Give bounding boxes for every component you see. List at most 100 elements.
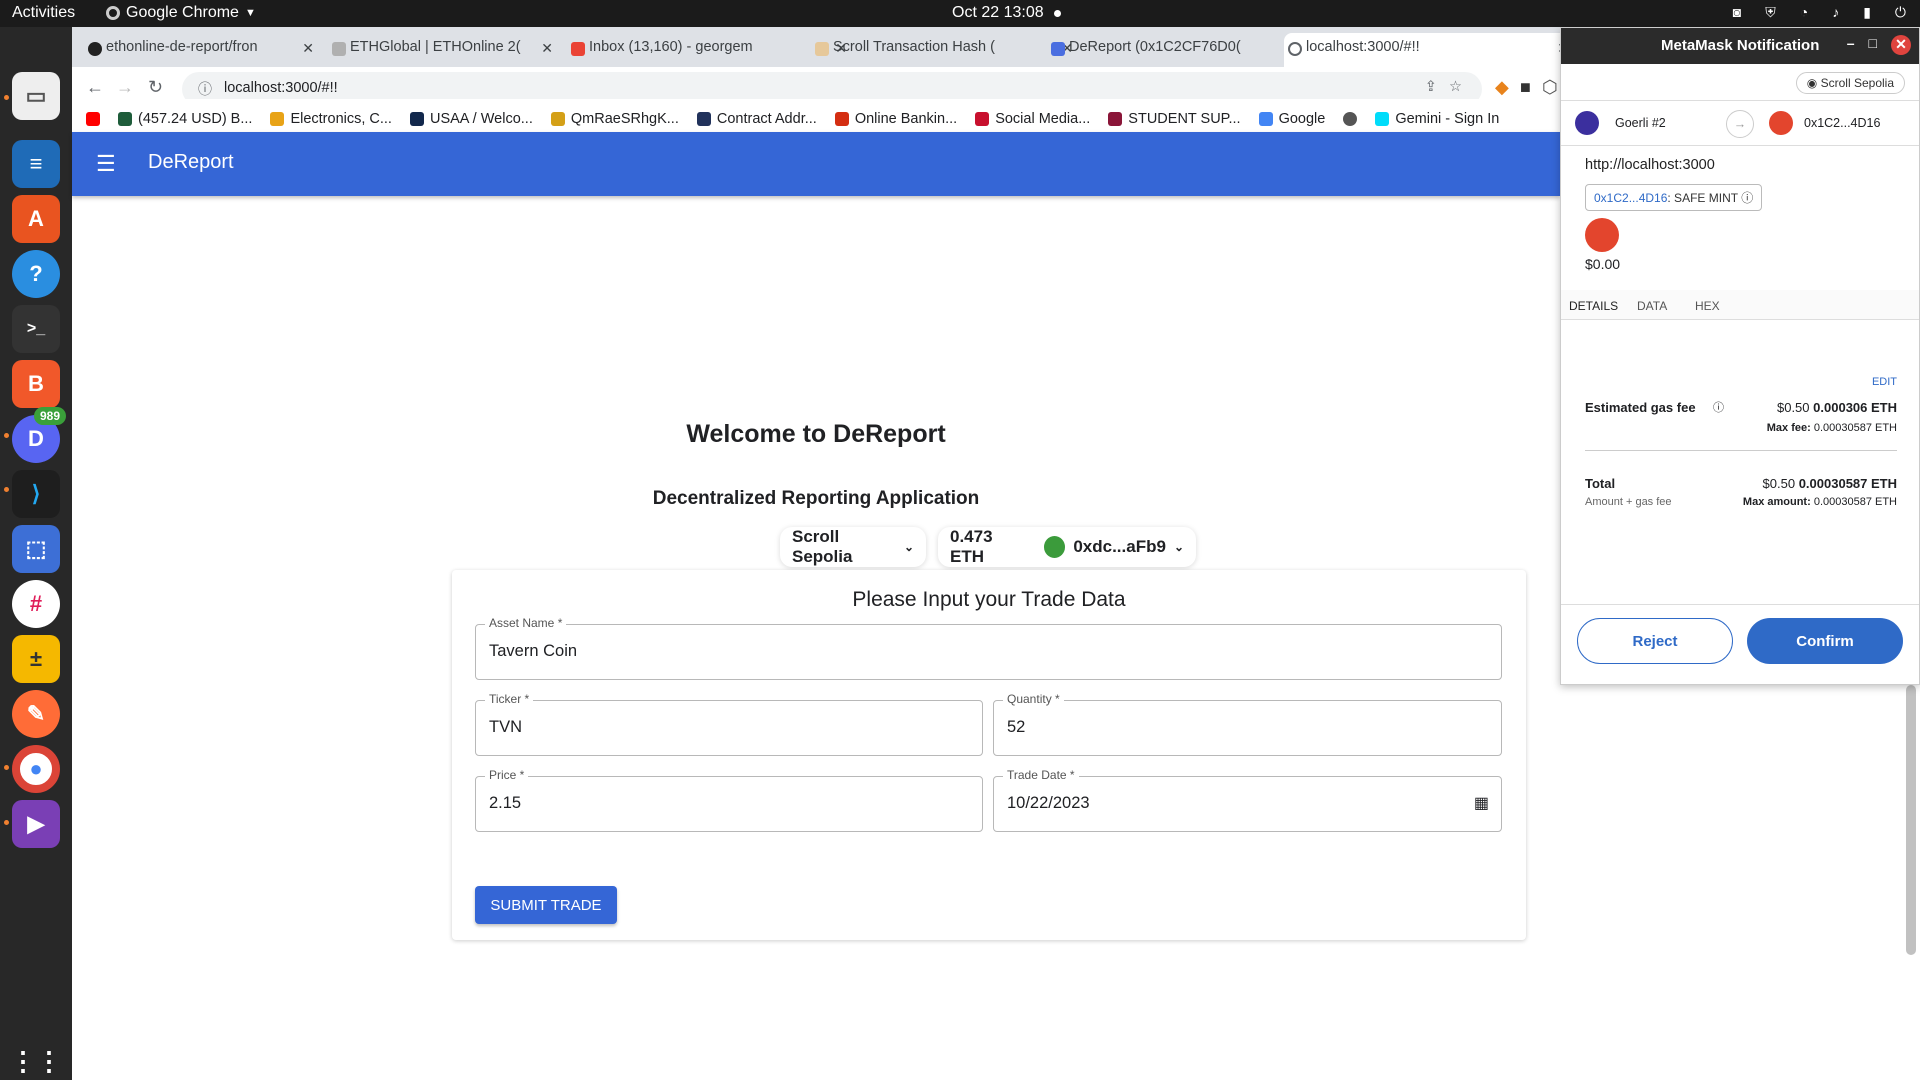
field-value: 10/22/2023 <box>1007 794 1090 812</box>
maximize-icon[interactable]: □ <box>1869 35 1877 55</box>
bookmark-item[interactable]: (457.24 USD) B... <box>118 105 252 132</box>
bookmark-item[interactable]: STUDENT SUP... <box>1108 105 1241 132</box>
power-menu-icon[interactable]: ⏻ <box>1895 4 1906 21</box>
bookmark-label: STUDENT SUP... <box>1128 110 1241 127</box>
notification-dot <box>1054 10 1061 17</box>
browser-tab[interactable]: Scroll Transaction Hash (✕ <box>811 33 1083 67</box>
screenshot-app-icon[interactable]: ⬚ <box>12 525 60 573</box>
info-icon[interactable]: ⓘ <box>1713 399 1724 415</box>
system-tray[interactable]: ◙ ⛨ ◔ ♪ ▮ ⏻ <box>1733 4 1906 21</box>
ticker-field[interactable]: Ticker * TVN <box>475 692 983 756</box>
back-icon[interactable]: ← <box>86 77 104 98</box>
tab-details[interactable]: DETAILS <box>1569 299 1619 322</box>
video-app-icon[interactable]: ▶ <box>12 800 60 848</box>
field-label: Price * <box>485 768 529 782</box>
minimize-icon[interactable]: – <box>1847 35 1855 55</box>
running-indicator <box>4 487 9 492</box>
files-app-icon[interactable]: ▭ <box>12 72 60 120</box>
reject-button[interactable]: Reject <box>1577 618 1733 664</box>
bookmark-item[interactable]: Contract Addr... <box>696 105 817 132</box>
bookmark-item[interactable]: Social Media... <box>975 105 1090 132</box>
gemini-icon <box>1375 111 1390 126</box>
reload-icon[interactable]: ↻ <box>148 77 163 98</box>
activities-button[interactable]: Activities <box>12 4 75 22</box>
tab-hex[interactable]: HEX <box>1695 299 1720 313</box>
running-indicator <box>4 433 9 438</box>
bookmark-item[interactable] <box>1343 105 1358 132</box>
close-tab-icon[interactable]: ✕ <box>541 40 553 57</box>
bookmark-item[interactable]: USAA / Welco... <box>409 105 533 132</box>
asset-name-field[interactable]: Asset Name * Tavern Coin <box>475 616 1502 680</box>
chevron-down-icon: ⌄ <box>1173 540 1184 554</box>
edit-link[interactable]: EDIT <box>1872 376 1897 388</box>
extension-icon[interactable]: ■ <box>1520 77 1531 98</box>
volume-icon[interactable]: ♪ <box>1832 4 1839 21</box>
bookmark-item[interactable]: Google <box>1258 105 1325 132</box>
shield-tray-icon[interactable]: ⛨ <box>1765 4 1776 21</box>
bookmark-label: Electronics, C... <box>290 110 392 127</box>
youtube-bookmark[interactable] <box>86 105 100 132</box>
battery-icon[interactable]: ▮ <box>1863 4 1871 21</box>
metamask-extension-icon[interactable]: ◆ <box>1495 77 1509 98</box>
submit-trade-button[interactable]: SUBMIT TRADE <box>475 886 617 924</box>
metamask-titlebar: MetaMask Notification – □ ✕ <box>1561 28 1919 64</box>
share-star-icons[interactable]: ⇪ ☆ <box>1425 79 1462 95</box>
help-app-icon[interactable]: ? <box>12 250 60 298</box>
close-icon[interactable]: ✕ <box>1891 35 1911 55</box>
vscode-app-icon[interactable]: ⟩ <box>12 470 60 518</box>
hamburger-menu-icon[interactable]: ☰ <box>96 151 116 177</box>
slack-app-icon[interactable]: # <box>12 580 60 628</box>
field-value: 2.15 <box>489 794 522 812</box>
ethglobal-icon <box>332 42 346 56</box>
discord-tray-icon[interactable]: ◙ <box>1733 4 1741 21</box>
calendar-icon[interactable]: ▦ <box>1474 793 1489 813</box>
info-icon[interactable]: ⓘ <box>198 79 212 99</box>
bookmark-item[interactable]: Gemini - Sign In <box>1375 105 1499 132</box>
price-field[interactable]: Price * 2.15 <box>475 768 983 832</box>
running-indicator <box>4 765 9 770</box>
chrome-app-icon[interactable]: ● <box>12 745 60 793</box>
browser-tab[interactable]: ETHGlobal | ETHOnline 2(✕ <box>328 33 563 67</box>
gas-usd: $0.50 <box>1776 400 1810 415</box>
wifi-icon[interactable]: ◔ <box>1800 4 1808 21</box>
browser-tab[interactable]: ethonline-de-report/fron ✕ <box>84 33 324 67</box>
postman-app-icon[interactable]: ✎ <box>12 690 60 738</box>
browser-tab[interactable]: DeReport (0x1C2CF76D0(✕ <box>1047 33 1321 67</box>
clock[interactable]: Oct 22 13:08 <box>952 4 1044 22</box>
show-apps-icon[interactable]: ⋮⋮ <box>10 1037 62 1085</box>
bookmark-item[interactable]: Electronics, C... <box>270 105 392 132</box>
brave-app-icon[interactable]: B <box>12 360 60 408</box>
tab-data[interactable]: DATA <box>1637 299 1667 313</box>
google-icon <box>1258 111 1273 126</box>
network-label: Scroll Sepolia <box>1820 76 1894 90</box>
account-selector[interactable]: 0.473 ETH 0xdc...aFb9 ⌄ <box>938 527 1196 567</box>
bookmark-icon <box>834 111 849 126</box>
trade-date-field[interactable]: Trade Date * 10/22/2023 ▦ <box>993 768 1502 832</box>
confirm-button[interactable]: Confirm <box>1747 618 1903 664</box>
browser-tab-active[interactable]: localhost:3000/#!!✕ <box>1284 33 1579 67</box>
bookmark-item[interactable]: QmRaeSRhgK... <box>550 105 679 132</box>
metamask-tabs: DETAILS DATA HEX <box>1561 290 1919 322</box>
tab-label: localhost:3000/#!! <box>1306 39 1420 55</box>
network-selector[interactable]: Scroll Sepolia ⌄ <box>780 527 926 567</box>
page-scrollbar[interactable] <box>1906 685 1916 955</box>
forward-icon[interactable]: → <box>116 77 134 98</box>
puzzle-icon[interactable]: ⬡ <box>1542 77 1558 98</box>
method-name: : SAFE MINT <box>1667 191 1738 205</box>
discord-app-icon[interactable]: D 989 <box>12 407 66 463</box>
calculator-app-icon[interactable]: ± <box>12 635 60 683</box>
max-amount-value: 0.00030587 ETH <box>1813 496 1897 508</box>
close-tab-icon[interactable]: ✕ <box>302 40 314 57</box>
app-menu-label: Google Chrome <box>126 4 239 21</box>
bookmark-icon <box>975 111 990 126</box>
writer-app-icon[interactable]: ≡ <box>12 140 60 188</box>
software-app-icon[interactable]: A <box>12 195 60 243</box>
gas-label: Estimated gas fee <box>1585 400 1696 415</box>
quantity-field[interactable]: Quantity * 52 <box>993 692 1502 756</box>
running-indicator <box>4 95 9 100</box>
contract-method-badge[interactable]: 0x1C2...4D16: SAFE MINT ⓘ <box>1585 184 1763 211</box>
bookmark-item[interactable]: Online Bankin... <box>834 105 957 132</box>
terminal-app-icon[interactable]: >_ <box>12 305 60 353</box>
app-menu[interactable]: Google Chrome ▼ <box>106 4 256 22</box>
bookmark-label: Contract Addr... <box>716 110 817 127</box>
